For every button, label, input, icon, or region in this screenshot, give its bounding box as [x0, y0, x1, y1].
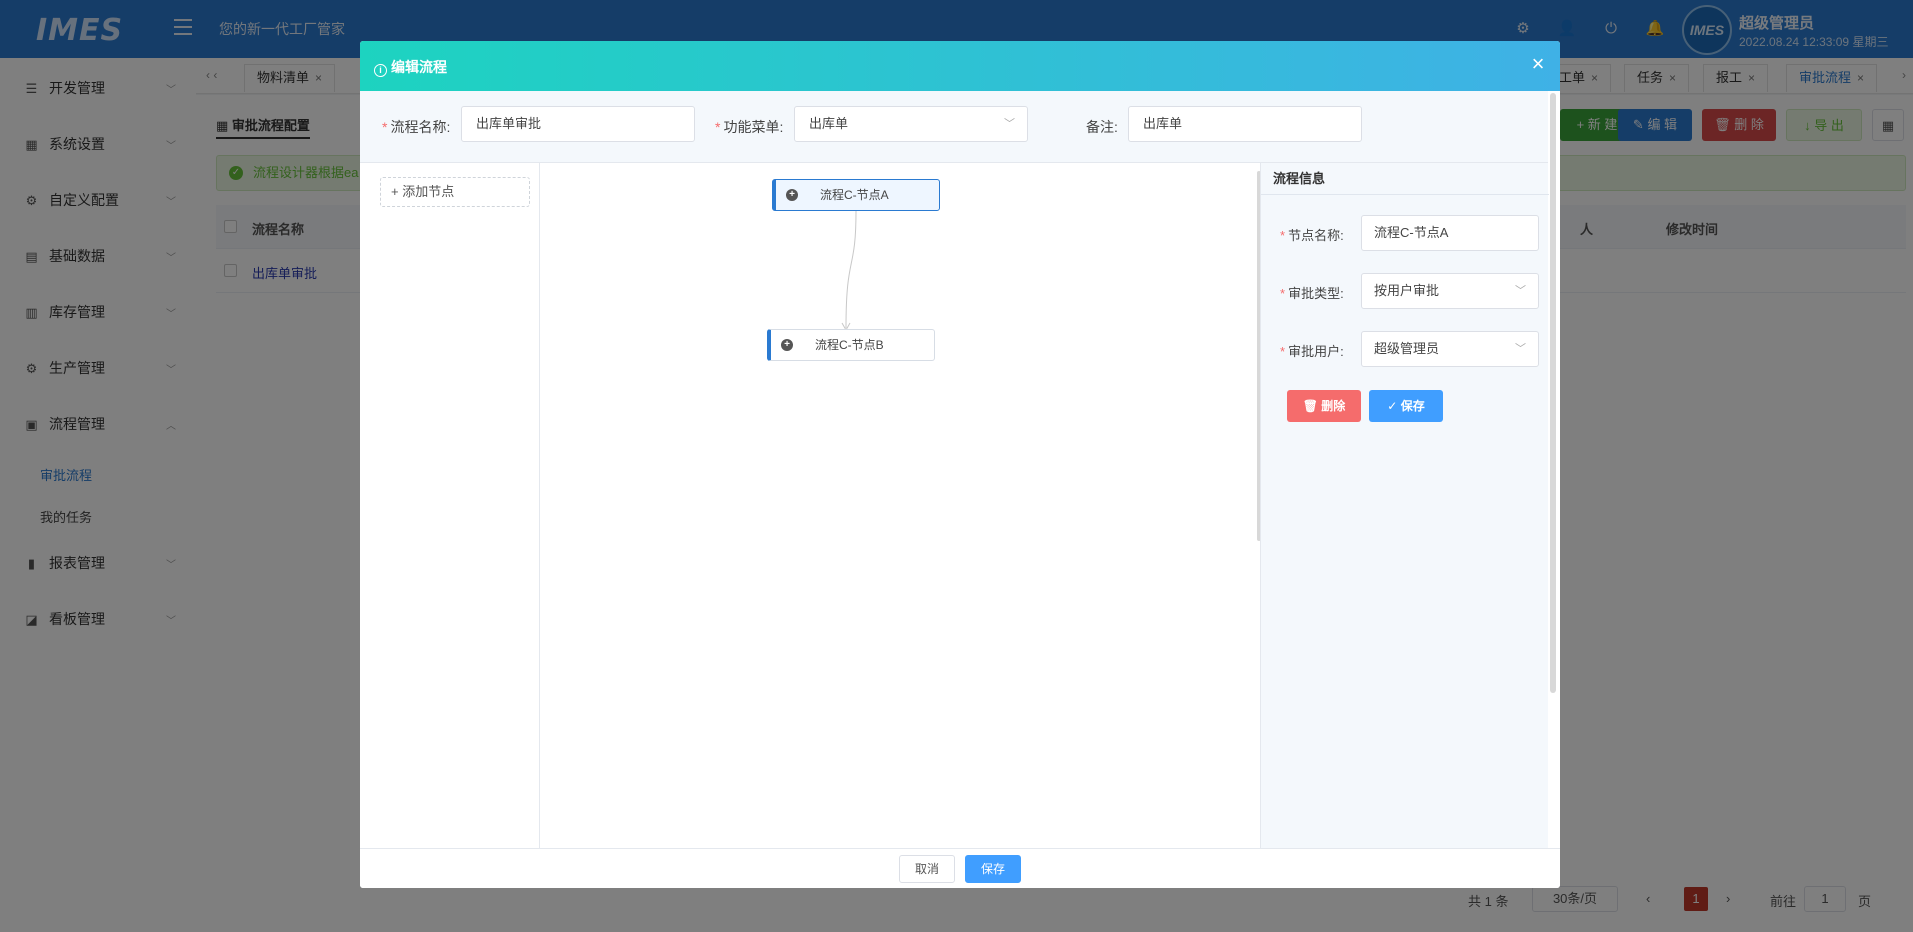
save-button[interactable]: 保存 [965, 855, 1021, 883]
plus-circle-icon[interactable]: + [786, 189, 798, 201]
select-value: 按用户审批 [1374, 283, 1440, 298]
add-node-button[interactable]: + 添加节点 [380, 177, 530, 207]
chevron-down-icon: ﹀ [1515, 343, 1526, 355]
chevron-down-icon: ﹀ [1004, 118, 1015, 130]
node-label: 流程C-节点B [815, 338, 884, 352]
label-text: 流程名称: [390, 119, 451, 135]
select-value: 出库单 [809, 116, 849, 131]
node-toolbox: + 添加节点 [360, 163, 540, 848]
dialog-scrollbar[interactable] [1550, 93, 1556, 693]
delete-label: 删除 [1321, 399, 1346, 413]
flow-canvas[interactable]: + 流程C-节点A + 流程C-节点B [540, 163, 1260, 848]
info-icon: i [374, 64, 387, 77]
function-menu-label: * 功能菜单: [715, 119, 784, 135]
select-value: 超级管理员 [1374, 341, 1440, 356]
save-label: 保存 [1400, 399, 1425, 413]
add-node-label: 添加节点 [402, 184, 455, 199]
label-text: 审批用户: [1288, 344, 1344, 359]
approve-type-label: * 审批类型: [1280, 286, 1344, 301]
label-text: 审批类型: [1288, 286, 1344, 301]
node-save-button[interactable]: ✓ 保存 [1369, 390, 1443, 422]
node-name-input[interactable]: 流程C-节点A [1361, 215, 1539, 251]
chevron-down-icon: ﹀ [1515, 285, 1526, 297]
dialog-footer: 取消 保存 [360, 848, 1560, 888]
label-text: 节点名称: [1288, 228, 1344, 243]
check-icon: ✓ [1387, 399, 1398, 413]
cancel-button[interactable]: 取消 [899, 855, 955, 883]
flow-node-b[interactable]: + 流程C-节点B [767, 329, 935, 361]
workflow-name-label: * 流程名称: [382, 119, 451, 135]
dialog-title: i 编辑流程 [374, 57, 447, 77]
flow-node-a[interactable]: + 流程C-节点A [772, 179, 940, 211]
approve-type-select[interactable]: 按用户审批 ﹀ [1361, 273, 1539, 309]
node-info-panel: 流程信息 * 节点名称: 流程C-节点A * 审批类型: 按用户审批 ﹀ * 审批用户:… [1260, 163, 1549, 848]
function-menu-select[interactable]: 出库单 ﹀ [794, 106, 1028, 142]
approve-user-label: * 审批用户: [1280, 344, 1344, 359]
edit-workflow-dialog: i 编辑流程 × * 流程名称: 出库单审批 * 功能菜单: 出库单 ﹀ 备注: 出库单… [360, 41, 1560, 888]
trash-icon: 🗑 [1302, 399, 1318, 413]
dialog-header: i 编辑流程 × [360, 41, 1560, 91]
workflow-form: * 流程名称: 出库单审批 * 功能菜单: 出库单 ﹀ 备注: 出库单 [360, 91, 1548, 163]
remark-label: 备注: [1086, 119, 1118, 135]
workflow-name-input[interactable]: 出库单审批 [461, 106, 695, 142]
close-icon[interactable]: × [1527, 53, 1549, 75]
dialog-title-text: 编辑流程 [391, 59, 447, 75]
label-text: 功能菜单: [723, 119, 784, 135]
info-panel-title: 流程信息 [1261, 163, 1549, 195]
approve-user-select[interactable]: 超级管理员 ﹀ [1361, 331, 1539, 367]
remark-input[interactable]: 出库单 [1128, 106, 1362, 142]
node-delete-button[interactable]: 🗑 删除 [1287, 390, 1361, 422]
node-label: 流程C-节点A [820, 188, 889, 202]
node-name-label: * 节点名称: [1280, 228, 1344, 243]
edge-connector [841, 210, 857, 332]
plus-circle-icon[interactable]: + [781, 339, 793, 351]
